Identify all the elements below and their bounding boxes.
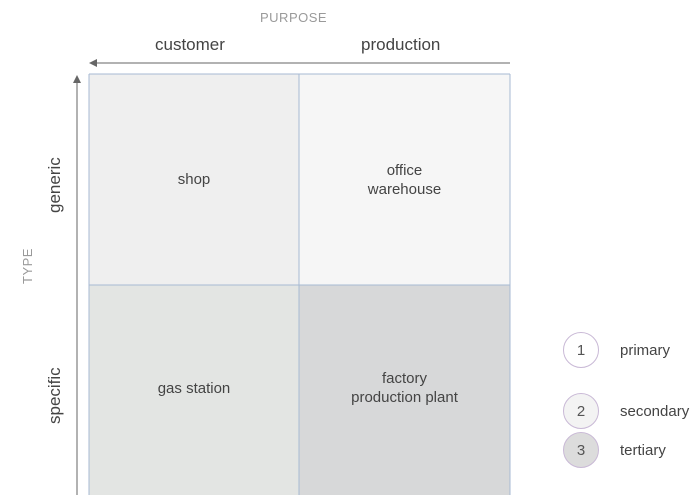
legend-circle-secondary: 2 [563,393,599,429]
legend-number-secondary: 2 [576,402,586,420]
legend-label-primary: primary [620,342,671,359]
legend-circle-tertiary: 3 [563,432,599,468]
quadrant-grid [88,73,511,495]
axis-arrows [73,59,510,495]
legend-circle-primary: 1 [563,332,599,368]
legend-label-tertiary: tertiary [620,442,666,459]
legend-label-secondary: secondary [620,403,690,420]
legend-number-primary: 1 [576,341,586,359]
type-axis-arrowhead [73,75,81,83]
purpose-axis-arrowhead [89,59,97,67]
legend-number-tertiary: 3 [576,441,586,459]
